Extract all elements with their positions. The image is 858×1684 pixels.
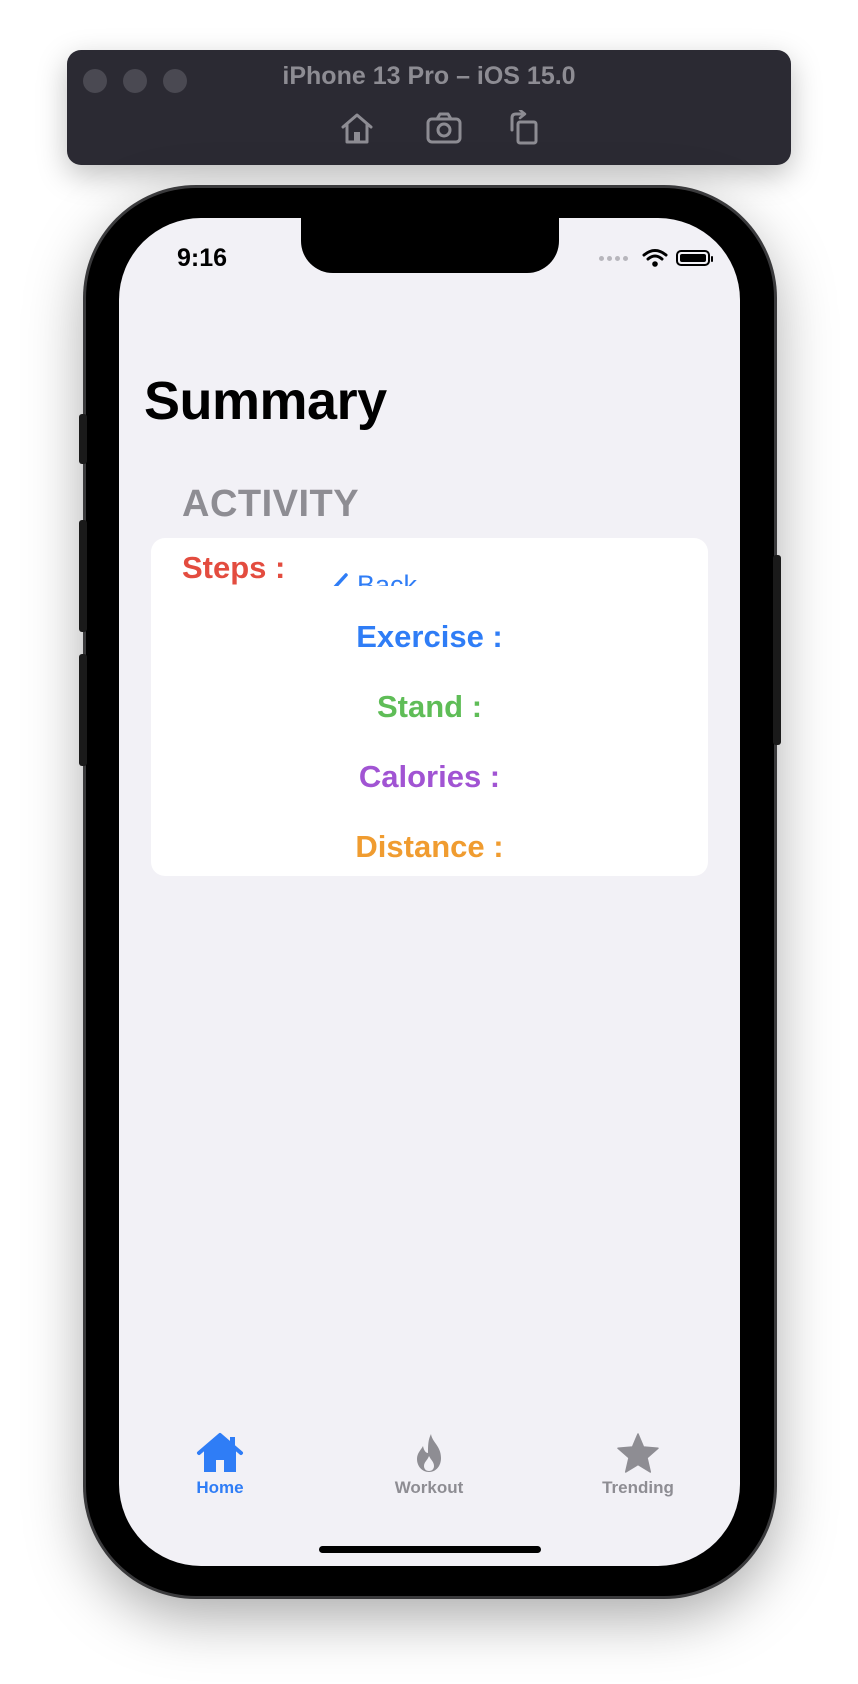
tab-workout-label: Workout xyxy=(394,1478,464,1497)
section-header-activity: ACTIVITY xyxy=(182,483,360,525)
volume-down-button xyxy=(79,654,87,766)
tab-trending[interactable]: Trending xyxy=(568,1432,708,1498)
distance-label: Distance : xyxy=(355,829,504,864)
silent-switch xyxy=(79,414,87,464)
home-icon[interactable] xyxy=(337,110,377,146)
activity-card: Steps : Back Exercise : Stand : Calories… xyxy=(151,538,708,876)
simulator-title: iPhone 13 Pro – iOS 15.0 xyxy=(282,62,576,90)
battery-icon xyxy=(676,250,713,266)
exercise-label: Exercise : xyxy=(356,619,503,654)
back-label: Back xyxy=(357,570,418,586)
screenshot-icon[interactable] xyxy=(424,110,464,146)
tab-workout[interactable]: Workout xyxy=(359,1432,499,1498)
page-title: Summary xyxy=(144,371,387,431)
status-icons xyxy=(599,248,713,268)
home-indicator[interactable] xyxy=(319,1546,541,1553)
rotate-icon[interactable] xyxy=(504,108,544,146)
power-button xyxy=(773,555,781,745)
tab-home-label: Home xyxy=(196,1478,244,1497)
wifi-icon xyxy=(642,249,668,267)
status-time: 9:16 xyxy=(177,244,228,272)
steps-label: Steps : xyxy=(182,550,286,585)
notch xyxy=(301,218,559,273)
star-icon xyxy=(617,1433,659,1473)
tab-trending-label: Trending xyxy=(602,1478,674,1497)
calories-label: Calories : xyxy=(358,759,501,794)
flame-icon xyxy=(417,1434,441,1472)
volume-up-button xyxy=(79,520,87,632)
house-icon xyxy=(197,1433,243,1472)
chevron-left-icon xyxy=(333,573,348,586)
tab-bar: Home Workout Trending xyxy=(119,1432,740,1512)
back-button[interactable]: Back xyxy=(331,560,461,586)
tab-home[interactable]: Home xyxy=(150,1432,290,1498)
signal-icon xyxy=(599,255,628,261)
device-screen: 9:16 Summary ACTIVITY Steps : Back Exerc… xyxy=(119,218,740,1566)
stand-label: Stand : xyxy=(376,689,483,724)
